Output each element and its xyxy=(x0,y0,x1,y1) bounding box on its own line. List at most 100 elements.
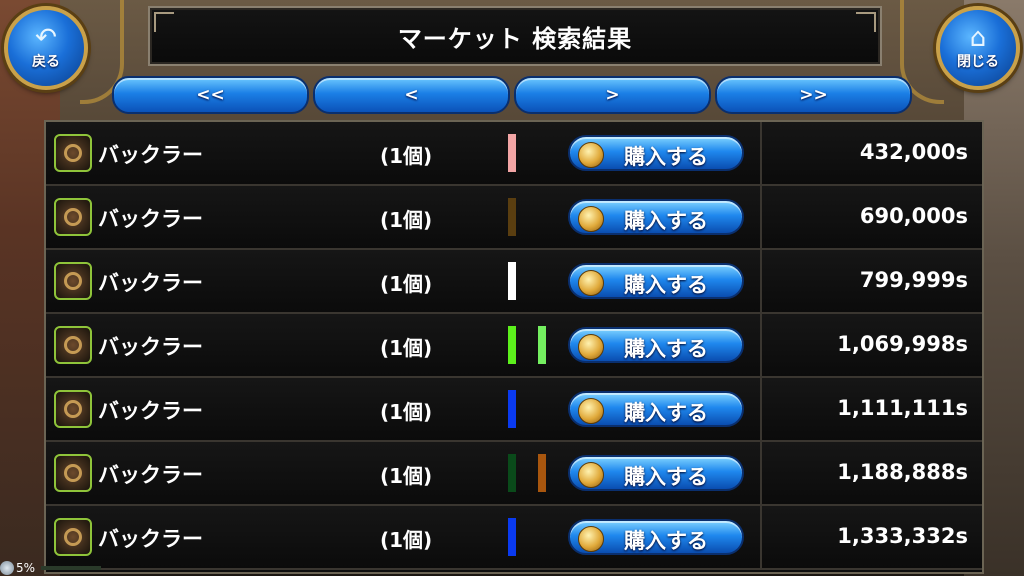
coin-icon xyxy=(578,398,604,424)
item-price: 1,111,111s xyxy=(837,396,968,420)
item-quantity: (1個) xyxy=(380,528,433,552)
item-quantity: (1個) xyxy=(380,336,433,360)
listing-row: バックラー (1個) 購入する 432,000s xyxy=(46,122,982,186)
coin-icon xyxy=(578,142,604,168)
buy-button[interactable]: 購入する xyxy=(568,263,744,299)
item-quantity: (1個) xyxy=(380,400,433,424)
buy-button-label: 購入する xyxy=(624,465,708,489)
buckler-item-icon xyxy=(54,518,92,556)
last-page-button[interactable]: >> xyxy=(715,76,912,114)
quality-bar xyxy=(508,262,516,300)
coin-icon xyxy=(578,334,604,360)
quality-bar xyxy=(508,454,516,492)
item-name: バックラー xyxy=(98,399,203,423)
quality-bars xyxy=(508,518,568,556)
gem-icon xyxy=(0,561,14,575)
close-button[interactable]: ⌂ 閉じる xyxy=(936,6,1020,90)
item-price: 1,333,332s xyxy=(837,524,968,548)
item-price: 432,000s xyxy=(859,140,968,164)
buy-button-label: 購入する xyxy=(624,145,708,169)
next-page-button[interactable]: > xyxy=(514,76,711,114)
title-bar: マーケット 検索結果 xyxy=(148,6,882,66)
quality-bar xyxy=(508,134,516,172)
quality-bar xyxy=(538,326,546,364)
quality-bar xyxy=(508,390,516,428)
prev-page-button[interactable]: < xyxy=(313,76,510,114)
item-price: 1,188,888s xyxy=(837,460,968,484)
column-divider xyxy=(760,122,762,184)
listing-table: バックラー (1個) 購入する 432,000s バックラー (1個) 購入する… xyxy=(44,120,984,574)
buckler-item-icon xyxy=(54,198,92,236)
quality-bars xyxy=(508,262,568,300)
quality-bar xyxy=(508,326,516,364)
listing-row: バックラー (1個) 購入する 1,111,111s xyxy=(46,378,982,442)
item-name: バックラー xyxy=(98,463,203,487)
quality-bar xyxy=(538,454,546,492)
first-page-button[interactable]: << xyxy=(112,76,309,114)
listing-row: バックラー (1個) 購入する 1,188,888s xyxy=(46,442,982,506)
item-quantity: (1個) xyxy=(380,464,433,488)
column-divider xyxy=(760,314,762,376)
buckler-item-icon xyxy=(54,454,92,492)
close-button-label: 閉じる xyxy=(957,54,999,70)
column-divider xyxy=(760,442,762,504)
listing-row: バックラー (1個) 購入する 690,000s xyxy=(46,186,982,250)
buckler-item-icon xyxy=(54,134,92,172)
quality-bar xyxy=(508,198,516,236)
coin-icon xyxy=(578,206,604,232)
quality-bars xyxy=(508,390,568,428)
buckler-item-icon xyxy=(54,262,92,300)
column-divider xyxy=(760,378,762,440)
item-name: バックラー xyxy=(98,527,203,551)
back-button[interactable]: ↶ 戻る xyxy=(4,6,88,90)
quality-bars xyxy=(508,198,568,236)
item-quantity: (1個) xyxy=(380,144,433,168)
back-arrow-icon: ↶ xyxy=(35,23,57,53)
listing-row: バックラー (1個) 購入する 1,069,998s xyxy=(46,314,982,378)
buy-button-label: 購入する xyxy=(624,401,708,425)
item-name: バックラー xyxy=(98,143,203,167)
buy-button-label: 購入する xyxy=(624,337,708,361)
buy-button[interactable]: 購入する xyxy=(568,455,744,491)
item-name: バックラー xyxy=(98,207,203,231)
battery-percent: 5% xyxy=(16,561,36,575)
buy-button[interactable]: 購入する xyxy=(568,391,744,427)
column-divider xyxy=(760,250,762,312)
item-name: バックラー xyxy=(98,335,203,359)
item-price: 690,000s xyxy=(859,204,968,228)
column-divider xyxy=(760,186,762,248)
title-corner-deco xyxy=(856,12,876,32)
buy-button-label: 購入する xyxy=(624,273,708,297)
status-bar: 5% xyxy=(0,560,102,576)
buy-button[interactable]: 購入する xyxy=(568,327,744,363)
coin-icon xyxy=(578,270,604,296)
buy-button[interactable]: 購入する xyxy=(568,519,744,555)
corner-ornament-right: ⌂ 閉じる xyxy=(900,0,1024,105)
item-quantity: (1個) xyxy=(380,272,433,296)
item-price: 799,999s xyxy=(859,268,968,292)
buy-button[interactable]: 購入する xyxy=(568,199,744,235)
item-name: バックラー xyxy=(98,271,203,295)
quality-bars xyxy=(508,326,568,364)
battery-track xyxy=(41,566,102,570)
back-button-label: 戻る xyxy=(32,54,60,70)
quality-bar xyxy=(508,518,516,556)
corner-ornament-left: ↶ 戻る xyxy=(0,0,124,105)
buy-button-label: 購入する xyxy=(624,209,708,233)
buy-button-label: 購入する xyxy=(624,529,708,553)
home-icon: ⌂ xyxy=(969,23,987,53)
item-quantity: (1個) xyxy=(380,208,433,232)
title-corner-deco xyxy=(154,12,174,32)
listing-row: バックラー (1個) 購入する 799,999s xyxy=(46,250,982,314)
page-title: マーケット 検索結果 xyxy=(397,24,633,53)
coin-icon xyxy=(578,462,604,488)
column-divider xyxy=(760,506,762,568)
buckler-item-icon xyxy=(54,390,92,428)
buckler-item-icon xyxy=(54,326,92,364)
quality-bars xyxy=(508,134,568,172)
pager: << < > >> xyxy=(112,76,912,114)
listing-row: バックラー (1個) 購入する 1,333,332s xyxy=(46,506,982,570)
item-price: 1,069,998s xyxy=(837,332,968,356)
buy-button[interactable]: 購入する xyxy=(568,135,744,171)
quality-bars xyxy=(508,454,568,492)
